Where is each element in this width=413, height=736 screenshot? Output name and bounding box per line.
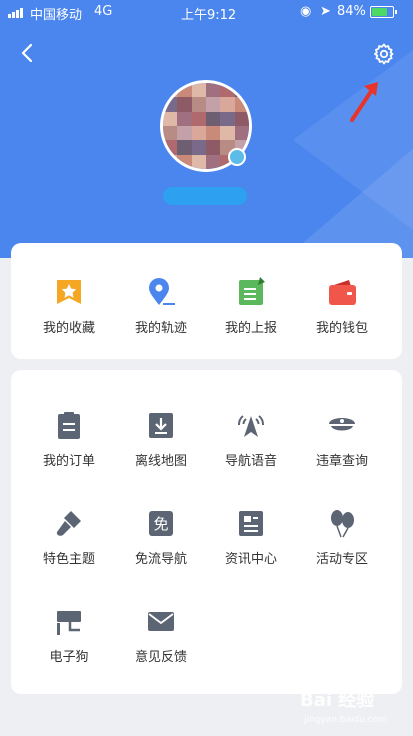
svg-text:jingyan.baidu.com: jingyan.baidu.com	[303, 715, 387, 725]
quick-link-reports[interactable]: 我的上报	[206, 277, 296, 336]
service-label: 离线地图	[134, 454, 187, 469]
camera-icon	[57, 611, 81, 635]
carrier-label: 中国移动	[30, 8, 83, 23]
watermark-logo: Bai 经验 jingyan.baidu.com	[296, 684, 406, 730]
service-free-nav[interactable]: 免 免流导航	[116, 508, 206, 567]
service-label: 违章查询	[315, 454, 368, 469]
service-label: 我的订单	[42, 454, 95, 469]
svg-text:免: 免	[153, 515, 168, 533]
clipboard-icon	[58, 412, 80, 439]
battery-icon	[370, 6, 397, 18]
service-label: 活动专区	[315, 552, 368, 567]
service-feedback[interactable]: 意见反馈	[116, 606, 206, 665]
svg-text:Bai 经验: Bai 经验	[300, 689, 375, 711]
red-arrow-icon	[350, 82, 378, 122]
quick-link-label: 我的轨迹	[134, 321, 187, 336]
report-icon	[239, 277, 265, 305]
service-label: 电子狗	[49, 650, 89, 665]
voice-navigation-icon	[238, 415, 264, 437]
star-icon	[57, 280, 81, 304]
service-events[interactable]: 活动专区	[297, 508, 387, 567]
time-label: 上午9:12	[181, 8, 237, 23]
service-themes[interactable]: 特色主题	[24, 508, 114, 567]
service-label: 资讯中心	[224, 552, 277, 567]
envelope-icon	[148, 612, 174, 631]
download-icon	[149, 413, 173, 438]
service-label: 意见反馈	[134, 650, 187, 665]
services-card: 我的订单 离线地图 导航语音 违章查询 特色主题 免 免流导航 资讯中心 活动专…	[11, 370, 402, 694]
battery-label: 84%	[337, 4, 366, 19]
quick-link-favorites[interactable]: 我的收藏	[24, 277, 114, 336]
verified-badge-icon	[228, 148, 246, 166]
rotation-lock-icon: ◉	[300, 4, 312, 19]
wallet-icon	[329, 280, 356, 305]
quick-link-track[interactable]: 我的轨迹	[116, 277, 206, 336]
service-label: 免流导航	[134, 552, 187, 567]
status-bar: 中国移动 4G 上午9:12 ◉ ➤ 84%	[0, 0, 413, 24]
quick-links-card: 我的收藏 我的轨迹 我的上报 我的钱包	[11, 243, 402, 359]
gear-icon[interactable]	[372, 42, 396, 66]
service-label: 导航语音	[224, 454, 277, 469]
service-offline-map[interactable]: 离线地图	[116, 410, 206, 469]
quick-link-label: 我的钱包	[315, 321, 368, 336]
service-news[interactable]: 资讯中心	[206, 508, 296, 567]
service-label: 特色主题	[42, 552, 95, 567]
service-speed-camera[interactable]: 电子狗	[24, 606, 114, 665]
quick-link-wallet[interactable]: 我的钱包	[297, 277, 387, 336]
service-orders[interactable]: 我的订单	[24, 410, 114, 469]
quick-link-label: 我的收藏	[42, 321, 95, 336]
chevron-left-icon[interactable]	[16, 42, 38, 64]
news-icon	[239, 511, 263, 536]
location-arrow-icon: ➤	[320, 4, 331, 19]
police-cap-icon	[329, 418, 355, 431]
quick-link-label: 我的上报	[224, 321, 277, 336]
header-decoration	[283, 140, 413, 258]
service-violation-check[interactable]: 违章查询	[297, 410, 387, 469]
user-name	[163, 187, 247, 205]
paint-brush-icon	[56, 511, 81, 536]
balloons-icon	[331, 510, 354, 538]
signal-icon	[8, 8, 23, 18]
network-label: 4G	[94, 4, 113, 19]
location-pin-icon	[149, 278, 175, 305]
free-badge-icon: 免	[149, 511, 173, 536]
service-nav-voice[interactable]: 导航语音	[206, 410, 296, 469]
